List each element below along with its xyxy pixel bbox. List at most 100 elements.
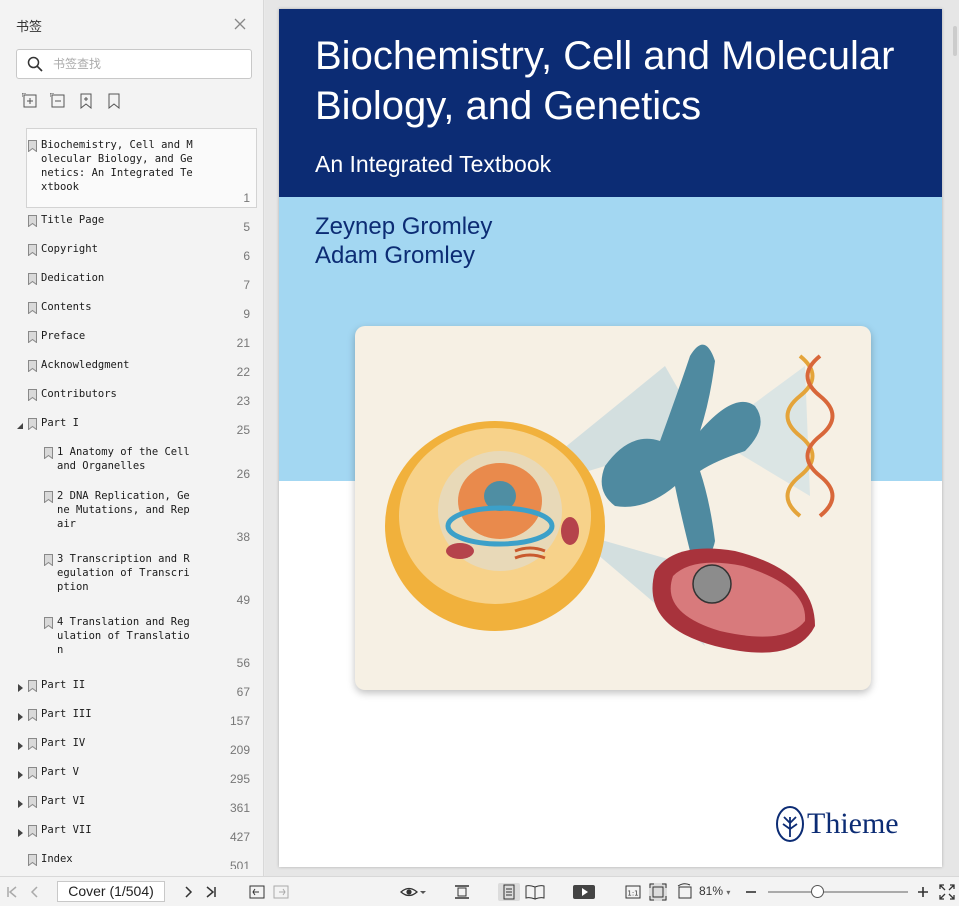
bookmark-item[interactable]: Part II 67: [0, 675, 262, 704]
bookmark-item[interactable]: Part V 295: [0, 762, 262, 791]
fullscreen-icon[interactable]: [938, 883, 956, 901]
add-bookmark-icon[interactable]: [78, 93, 94, 109]
bookmark-flag-icon: [28, 215, 37, 227]
first-page-icon[interactable]: [3, 883, 21, 901]
bookmark-flag-icon: [28, 331, 37, 343]
bookmark-label: Part V: [41, 766, 79, 778]
zoom-slider-handle[interactable]: [811, 885, 824, 898]
bookmark-item[interactable]: Part I 25: [0, 413, 262, 442]
bookmark-panel: 书签 Biochemistry, Cell and M olecular Bio…: [0, 0, 264, 876]
bookmark-item[interactable]: Index 501: [0, 849, 262, 869]
bookmark-list: Biochemistry, Cell and M olecular Biolog…: [0, 124, 264, 869]
bookmark-label: Acknowledgment: [41, 359, 130, 371]
slideshow-icon[interactable]: [572, 883, 596, 901]
zoom-level[interactable]: 81% ▾: [699, 884, 730, 898]
bookmark-page-number: 1: [243, 191, 250, 205]
bookmark-flag-icon: [44, 491, 53, 503]
bookmark-flag-icon: [28, 389, 37, 401]
bookmark-icon[interactable]: [106, 93, 122, 109]
single-page-icon[interactable]: [453, 883, 471, 901]
rotate-icon[interactable]: [676, 883, 694, 901]
previous-page-icon[interactable]: [26, 883, 44, 901]
search-icon: [27, 56, 43, 72]
bookmark-item[interactable]: Acknowledgment 22: [0, 355, 262, 384]
author-name: Zeynep Gromley: [315, 213, 493, 240]
bookmark-page-number: 361: [229, 801, 250, 815]
collapsed-triangle-icon[interactable]: [16, 800, 24, 808]
bookmark-page-number: 209: [229, 743, 250, 757]
bookmark-page-number: 295: [229, 772, 250, 786]
bookmark-item[interactable]: Part VII 427: [0, 820, 262, 849]
page-number-field[interactable]: Cover (1/504): [57, 881, 165, 902]
bookmark-item[interactable]: Copyright 6: [0, 239, 262, 268]
fit-page-icon[interactable]: [649, 883, 667, 901]
svg-text:1:1: 1:1: [627, 890, 638, 898]
collapsed-triangle-icon[interactable]: [16, 684, 24, 692]
collapsed-triangle-icon[interactable]: [16, 771, 24, 779]
bookmark-flag-icon: [28, 738, 37, 750]
bookmark-item[interactable]: 3 Transcription and R egulation of Trans…: [0, 549, 262, 612]
document-page: Biochemistry, Cell and Molecular Biology…: [279, 9, 942, 867]
bookmark-page-number: 157: [229, 714, 250, 728]
bookmark-label: 2 DNA Replication, Ge ne Mutations, and …: [57, 490, 190, 530]
last-page-icon[interactable]: [202, 883, 220, 901]
bookmark-label: Part IV: [41, 737, 86, 749]
bookmark-label: Contributors: [41, 388, 117, 400]
bookmark-item[interactable]: Preface 21: [0, 326, 262, 355]
continuous-page-icon[interactable]: [498, 883, 520, 901]
bookmark-label: Part I: [41, 417, 79, 429]
publisher-name: Thieme: [807, 807, 899, 840]
bookmark-page-number: 5: [243, 220, 250, 234]
collapse-all-icon[interactable]: [50, 93, 66, 109]
bookmark-item[interactable]: Part VI 361: [0, 791, 262, 820]
bookmark-search-input[interactable]: [53, 54, 243, 74]
bookmark-flag-icon: [28, 273, 37, 285]
bookmark-item[interactable]: Contributors 23: [0, 384, 262, 413]
collapsed-triangle-icon[interactable]: [16, 742, 24, 750]
bookmark-flag-icon: [44, 554, 53, 566]
bookmark-label: Part III: [41, 708, 92, 720]
bookmark-page-number: 49: [236, 593, 250, 607]
bookmark-item[interactable]: 4 Translation and Reg ulation of Transla…: [0, 612, 262, 675]
bookmark-page-number: 56: [236, 656, 250, 670]
two-page-icon[interactable]: [524, 883, 546, 901]
bookmark-search[interactable]: [16, 49, 252, 79]
bookmark-item[interactable]: 2 DNA Replication, Ge ne Mutations, and …: [0, 486, 262, 549]
bookmark-flag-icon: [28, 360, 37, 372]
zoom-value: 81%: [699, 884, 724, 898]
expand-all-icon[interactable]: [22, 93, 38, 109]
bookmark-page-number: 501: [229, 859, 250, 869]
bookmark-item[interactable]: Biochemistry, Cell and M olecular Biolog…: [0, 128, 262, 210]
next-page-icon[interactable]: [179, 883, 197, 901]
tree-logo-icon: [776, 806, 804, 842]
zoom-in-icon[interactable]: [914, 883, 932, 901]
bookmark-page-number: 9: [243, 307, 250, 321]
book-subtitle: An Integrated Textbook: [315, 151, 552, 177]
bookmark-flag-icon: [28, 709, 37, 721]
cell-illustration: [385, 344, 835, 653]
author-name: Adam Gromley: [315, 242, 476, 269]
bookmark-item[interactable]: Part III 157: [0, 704, 262, 733]
zoom-out-icon[interactable]: [742, 883, 760, 901]
bookmark-item[interactable]: Title Page 5: [0, 210, 262, 239]
actual-size-icon[interactable]: 1:1: [624, 883, 642, 901]
bookmark-item[interactable]: Part IV 209: [0, 733, 262, 762]
eye-mode-icon[interactable]: [399, 883, 427, 901]
zoom-slider[interactable]: [768, 891, 908, 893]
panel-title: 书签: [16, 20, 43, 35]
collapsed-triangle-icon[interactable]: [16, 829, 24, 837]
back-view-icon[interactable]: [248, 883, 266, 901]
forward-view-icon[interactable]: [272, 883, 290, 901]
close-icon[interactable]: [232, 16, 248, 32]
bookmark-flag-icon: [44, 617, 53, 629]
bookmark-item[interactable]: 1 Anatomy of the Cell and Organelles 26: [0, 442, 262, 486]
bookmark-flag-icon: [28, 825, 37, 837]
collapsed-triangle-icon[interactable]: [16, 713, 24, 721]
bookmark-item[interactable]: Dedication 7: [0, 268, 262, 297]
bookmark-item[interactable]: Contents 9: [0, 297, 262, 326]
document-viewport[interactable]: Biochemistry, Cell and Molecular Biology…: [265, 0, 959, 876]
bottom-toolbar: Cover (1/504) 1:1 81% ▾: [0, 876, 959, 906]
expanded-triangle-icon[interactable]: [16, 422, 24, 430]
bookmark-page-number: 38: [236, 530, 250, 544]
vertical-scrollbar[interactable]: [953, 26, 957, 56]
